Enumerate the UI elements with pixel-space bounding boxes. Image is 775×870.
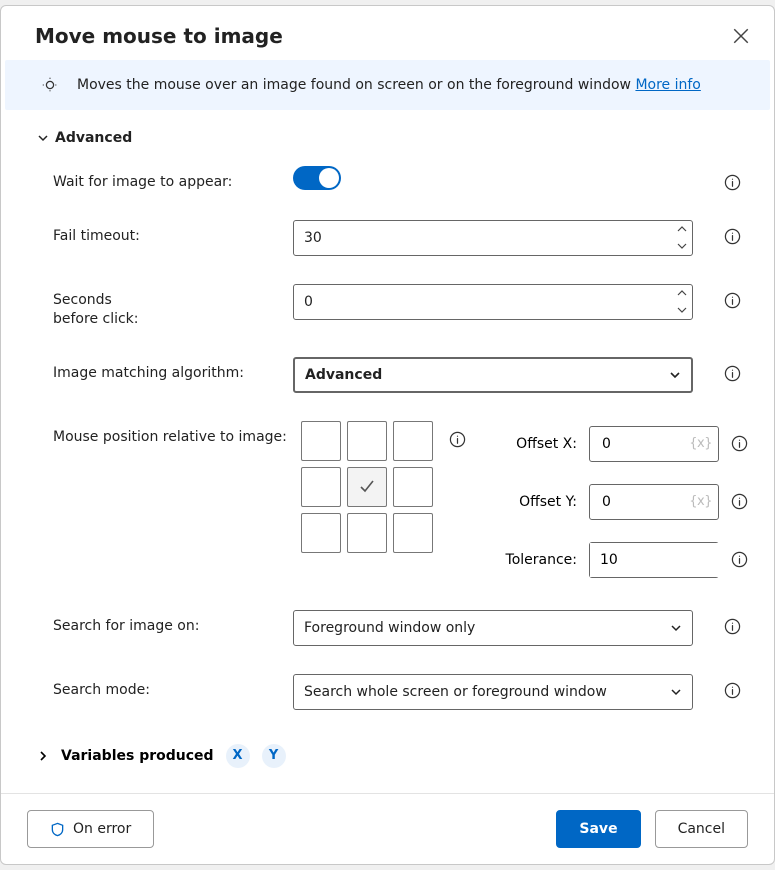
pos-middle-center[interactable] [347,467,387,507]
pos-bottom-left[interactable] [301,513,341,553]
tolerance-field[interactable] [589,542,719,578]
mouse-pos-label: Mouse position relative to image: [53,421,301,447]
offset-x-label: Offset X: [501,436,577,452]
cancel-button[interactable]: Cancel [655,810,748,848]
banner-text: Moves the mouse over an image found on s… [77,77,701,93]
offset-y-label: Offset Y: [501,494,577,510]
seconds-before-up[interactable] [672,285,692,302]
pos-top-left[interactable] [301,421,341,461]
close-icon[interactable] [732,27,750,45]
chevron-down-icon [37,132,49,144]
pos-middle-left[interactable] [301,467,341,507]
search-mode-select[interactable]: Search whole screen or foreground window [293,674,693,710]
fail-timeout-input[interactable] [294,221,672,255]
fail-timeout-up[interactable] [672,221,692,238]
seconds-before-input[interactable] [294,285,672,319]
seconds-before-label: Seconds before click: [53,284,293,329]
pos-middle-right[interactable] [393,467,433,507]
on-error-button[interactable]: On error [27,810,154,848]
variables-section-toggle[interactable]: Variables produced [61,748,214,764]
dialog-body: Advanced Wait for image to appear: Fail … [1,110,774,793]
info-icon[interactable] [724,292,741,309]
shield-icon [50,822,65,837]
tolerance-label: Tolerance: [501,552,577,568]
offset-x-input[interactable] [600,435,685,453]
search-on-label: Search for image on: [53,610,293,636]
algorithm-value: Advanced [305,367,382,383]
search-mode-value: Search whole screen or foreground window [304,684,607,700]
info-icon[interactable] [724,228,741,245]
more-info-link[interactable]: More info [635,77,700,93]
titlebar: Move mouse to image [1,6,774,60]
info-icon[interactable] [731,435,748,452]
variable-y-pill[interactable]: Y [262,744,286,768]
dialog-footer: On error Save Cancel [1,793,774,864]
info-icon[interactable] [724,174,741,191]
fail-timeout-label: Fail timeout: [53,220,293,246]
position-grid [301,421,433,553]
seconds-before-field[interactable] [293,284,693,320]
wait-label: Wait for image to appear: [53,166,293,192]
cancel-label: Cancel [678,821,725,837]
seconds-before-down[interactable] [672,302,692,319]
pos-top-center[interactable] [347,421,387,461]
search-on-value: Foreground window only [304,620,475,636]
search-on-select[interactable]: Foreground window only [293,610,693,646]
fx-placeholder: {x} [689,436,712,451]
info-banner: Moves the mouse over an image found on s… [5,60,770,110]
advanced-label: Advanced [55,130,132,146]
chevron-down-icon [670,686,682,698]
move-mouse-to-image-dialog: Move mouse to image Moves the mouse over… [0,5,775,865]
fx-placeholder: {x} [689,494,712,509]
dialog-title: Move mouse to image [35,24,283,48]
on-error-label: On error [73,821,131,837]
info-icon[interactable] [731,493,748,510]
pos-top-right[interactable] [393,421,433,461]
offset-x-field[interactable]: {x} [589,426,719,462]
offset-y-input[interactable] [600,493,685,511]
pos-bottom-right[interactable] [393,513,433,553]
wait-toggle[interactable] [293,166,341,190]
variable-x-pill[interactable]: X [226,744,250,768]
search-mode-label: Search mode: [53,674,293,700]
algorithm-select[interactable]: Advanced [293,357,693,393]
pos-bottom-center[interactable] [347,513,387,553]
offset-y-field[interactable]: {x} [589,484,719,520]
advanced-section-toggle[interactable]: Advanced [37,130,748,146]
save-label: Save [579,821,617,837]
algorithm-label: Image matching algorithm: [53,357,293,383]
info-icon[interactable] [724,682,741,699]
chevron-down-icon [669,369,681,381]
chevron-right-icon[interactable] [37,750,49,762]
info-icon[interactable] [731,551,748,568]
fail-timeout-field[interactable] [293,220,693,256]
chevron-down-icon [670,622,682,634]
info-icon[interactable] [449,431,466,448]
save-button[interactable]: Save [556,810,640,848]
fail-timeout-down[interactable] [672,238,692,255]
info-icon[interactable] [724,618,741,635]
info-icon[interactable] [724,365,741,382]
cursor-target-icon [41,76,59,94]
banner-message: Moves the mouse over an image found on s… [77,77,631,93]
